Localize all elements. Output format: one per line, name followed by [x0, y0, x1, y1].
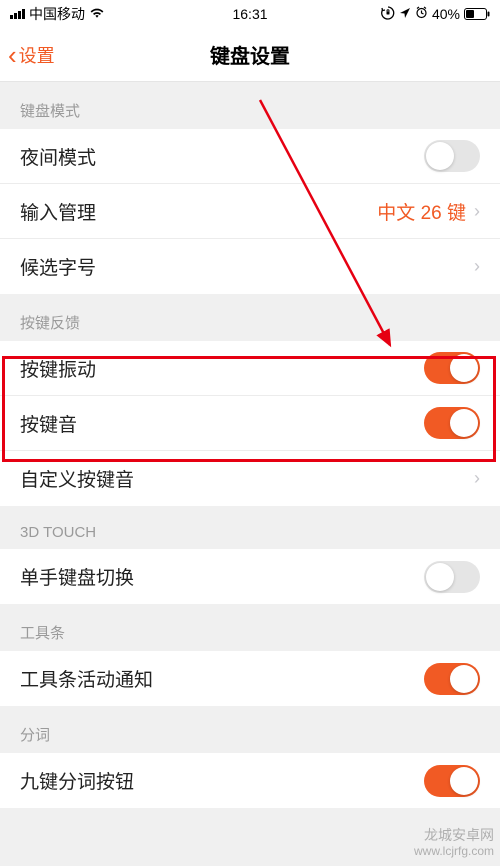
row-candidate-size[interactable]: 候选字号 › — [0, 239, 500, 294]
watermark: 龙城安卓网 www.lcjrfg.com — [414, 826, 494, 860]
status-bar: 中国移动 16:31 40% — [0, 0, 500, 28]
toggle-nine-key[interactable] — [424, 765, 480, 797]
battery-pct: 40% — [432, 6, 460, 22]
alarm-icon — [415, 6, 428, 22]
row-toolbar-notice[interactable]: 工具条活动通知 — [0, 651, 500, 706]
row-custom-sound[interactable]: 自定义按键音 › — [0, 451, 500, 506]
row-key-vibrate[interactable]: 按键振动 — [0, 341, 500, 396]
chevron-right-icon: › — [474, 256, 480, 277]
battery-icon — [464, 8, 490, 20]
section-header-segmentation: 分词 — [0, 706, 500, 753]
signal-icon — [10, 9, 25, 19]
back-label: 设置 — [19, 42, 55, 68]
row-label: 候选字号 — [20, 253, 96, 280]
orientation-lock-icon — [381, 6, 395, 23]
section-header-mode: 键盘模式 — [0, 82, 500, 129]
section-header-feedback: 按键反馈 — [0, 294, 500, 341]
page-title: 键盘设置 — [210, 40, 290, 69]
row-night-mode[interactable]: 夜间模式 — [0, 129, 500, 184]
toggle-toolbar-notice[interactable] — [424, 663, 480, 695]
row-nine-key[interactable]: 九键分词按钮 — [0, 753, 500, 808]
status-right: 40% — [381, 6, 490, 23]
section-header-toolbar: 工具条 — [0, 604, 500, 651]
section-header-3dtouch: 3D TOUCH — [0, 506, 500, 549]
toggle-key-sound[interactable] — [424, 407, 480, 439]
wifi-icon — [89, 6, 105, 22]
chevron-right-icon: › — [474, 201, 480, 222]
status-left: 中国移动 — [10, 4, 105, 24]
location-icon — [399, 6, 411, 22]
row-label: 九键分词按钮 — [20, 767, 134, 794]
row-label: 按键音 — [20, 410, 77, 437]
row-label: 输入管理 — [20, 198, 96, 225]
chevron-left-icon: ‹ — [8, 42, 17, 68]
row-label: 单手键盘切换 — [20, 563, 134, 590]
status-time: 16:31 — [232, 6, 267, 22]
watermark-name: 龙城安卓网 — [414, 826, 494, 844]
row-value: 中文 26 键 — [377, 198, 466, 225]
watermark-url: www.lcjrfg.com — [414, 844, 494, 860]
nav-bar: ‹ 设置 键盘设置 — [0, 28, 500, 82]
toggle-key-vibrate[interactable] — [424, 352, 480, 384]
row-label: 工具条活动通知 — [20, 665, 153, 692]
row-label: 夜间模式 — [20, 143, 96, 170]
carrier-label: 中国移动 — [29, 4, 85, 24]
chevron-right-icon: › — [474, 468, 480, 489]
row-key-sound[interactable]: 按键音 — [0, 396, 500, 451]
row-input-mgmt[interactable]: 输入管理 中文 26 键 › — [0, 184, 500, 239]
row-one-hand[interactable]: 单手键盘切换 — [0, 549, 500, 604]
toggle-one-hand[interactable] — [424, 561, 480, 593]
row-label: 自定义按键音 — [20, 465, 134, 492]
back-button[interactable]: ‹ 设置 — [0, 42, 55, 68]
toggle-night-mode[interactable] — [424, 140, 480, 172]
row-label: 按键振动 — [20, 355, 96, 382]
